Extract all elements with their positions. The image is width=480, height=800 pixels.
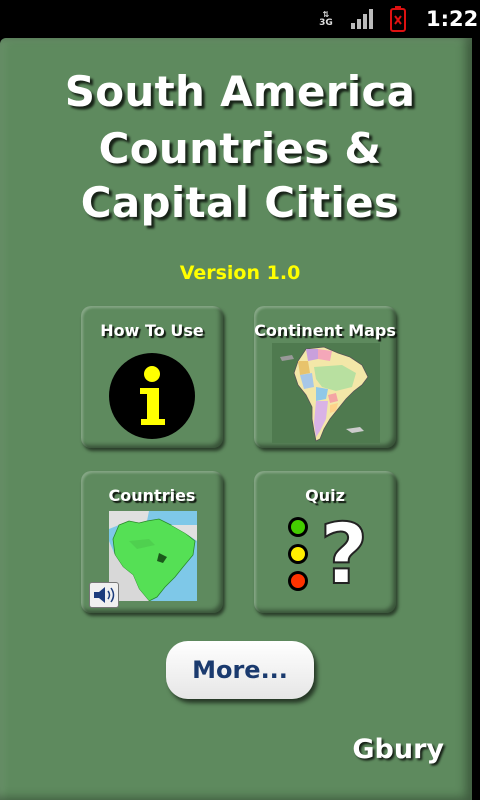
countries-button[interactable]: Countries: [81, 471, 223, 613]
info-icon: [107, 351, 197, 445]
signal-bars-icon: [350, 0, 378, 38]
status-bar: ⇅ 3G 1:22: [0, 0, 480, 38]
how-to-use-label: How To Use: [100, 321, 204, 340]
how-to-use-button[interactable]: How To Use: [81, 306, 223, 448]
more-button[interactable]: More...: [166, 641, 314, 699]
title-line-1: South America: [64, 67, 416, 116]
quiz-button[interactable]: Quiz ?: [254, 471, 396, 613]
clock-time: 1:22: [426, 7, 479, 31]
speaker-icon[interactable]: [89, 582, 119, 608]
version-label: Version 1.0: [179, 262, 301, 284]
author-label: Gbury: [352, 734, 444, 765]
battery-alert-icon: [390, 0, 410, 38]
svg-text:?: ?: [320, 507, 369, 597]
title-line-3: Capital Cities: [80, 178, 400, 227]
network-3g-icon: ⇅ 3G: [319, 10, 333, 28]
continent-maps-label: Continent Maps: [254, 321, 396, 340]
quiz-label: Quiz: [305, 486, 345, 505]
continent-maps-button[interactable]: Continent Maps: [254, 306, 396, 448]
title-line-2: Countries &: [98, 124, 382, 173]
south-america-map-icon: [272, 343, 380, 447]
network-label: 3G: [319, 18, 333, 28]
brazil-map-icon: [109, 511, 197, 602]
countries-label: Countries: [108, 486, 196, 505]
quiz-traffic-light-question-icon: ?: [282, 504, 372, 604]
